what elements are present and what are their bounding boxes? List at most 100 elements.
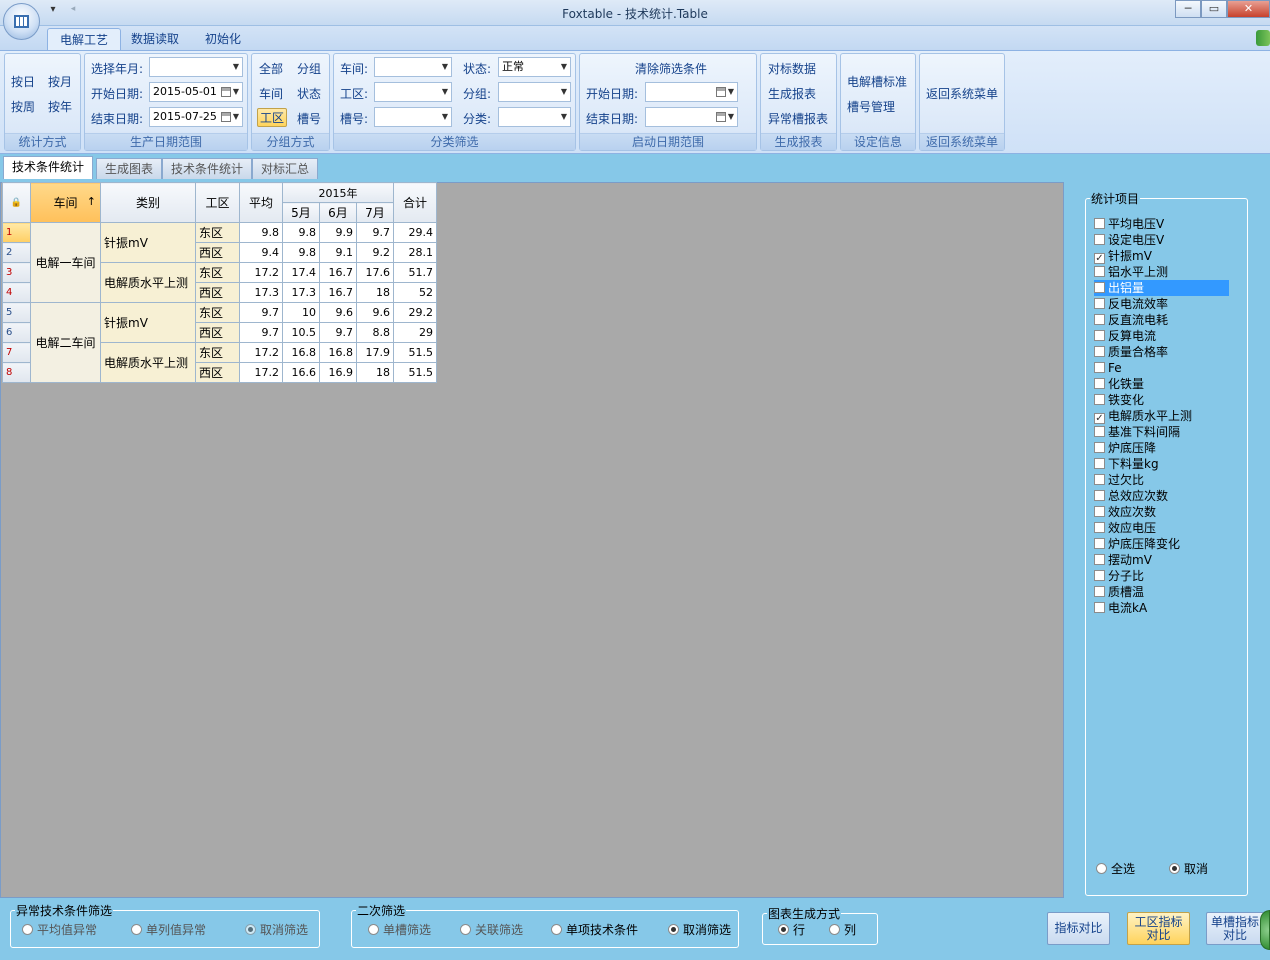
cell-area[interactable]: 东区 [195, 222, 240, 243]
cell-m6[interactable]: 9.7 [319, 322, 357, 343]
stat-item-checkbox[interactable]: ✓ 电解质水平上测 [1094, 408, 1192, 424]
year-month-select[interactable]: ▼ [149, 57, 243, 77]
stat-item-checkbox[interactable]: ✓ 针振mV [1094, 248, 1152, 264]
cell-m6[interactable]: 9.1 [319, 242, 357, 263]
row-index[interactable]: 1 [2, 222, 31, 243]
checkbox-icon[interactable] [1094, 522, 1105, 533]
sd-start-picker[interactable]: ▼ [645, 82, 738, 102]
stat-item-checkbox[interactable]: 基准下料间隔 [1094, 424, 1180, 440]
refresh-icon[interactable] [1260, 910, 1270, 950]
group-status-button[interactable]: 状态 [297, 85, 321, 102]
benchmark-data-button[interactable]: 对标数据 [768, 60, 816, 77]
cell-total[interactable]: 51.5 [393, 362, 437, 383]
cell-m7[interactable]: 9.7 [356, 222, 394, 243]
stat-item-checkbox[interactable]: 摆动mV [1094, 552, 1152, 568]
tab-init[interactable]: 初始化 [193, 28, 253, 51]
group-area-button[interactable]: 工区 [257, 108, 288, 127]
stat-item-checkbox[interactable]: 反直流电耗 [1094, 312, 1168, 328]
cell-m7[interactable]: 18 [356, 362, 394, 383]
cell-m6[interactable]: 9.6 [319, 302, 357, 323]
cell-m5[interactable]: 9.8 [282, 222, 320, 243]
compare-button[interactable]: 指标对比 [1047, 912, 1110, 945]
stat-item-checkbox[interactable]: 反电流效率 [1094, 296, 1168, 312]
stat-item-checkbox[interactable]: 铁变化 [1094, 392, 1144, 408]
cell-avg[interactable]: 17.2 [239, 342, 283, 363]
doc-tab-chart[interactable]: 生成图表 [96, 158, 163, 179]
data-table[interactable]: 🔒 车间 ↑ 类别 工区 平均 2015年 合计 5月 6月 7月 1 电解一车间… [2, 182, 437, 383]
checkbox-icon[interactable] [1094, 554, 1105, 565]
stat-item-checkbox[interactable]: 效应电压 [1094, 520, 1156, 536]
group-by-group-button[interactable]: 分组 [297, 60, 321, 77]
header-year[interactable]: 2015年 [282, 182, 394, 203]
checkbox-icon[interactable] [1094, 362, 1105, 373]
doc-tab-tech-stats-2[interactable]: 技术条件统计 [162, 158, 253, 179]
checkbox-icon[interactable] [1094, 266, 1105, 277]
cell-select[interactable]: ▼ [374, 107, 452, 127]
stat-item-checkbox[interactable]: 平均电压V [1094, 216, 1164, 232]
cell-m7[interactable]: 9.2 [356, 242, 394, 263]
header-avg[interactable]: 平均 [239, 182, 283, 223]
header-workshop[interactable]: 车间 ↑ [30, 182, 101, 223]
avg-abnormal-radio[interactable]: 平均值异常 [22, 921, 97, 938]
checkbox-icon[interactable] [1094, 346, 1105, 357]
minimize-button[interactable]: ─ [1175, 0, 1201, 18]
stat-item-checkbox[interactable]: 效应次数 [1094, 504, 1156, 520]
stat-item-checkbox[interactable]: 质槽温 [1094, 584, 1144, 600]
group-workshop-button[interactable]: 车间 [259, 85, 283, 102]
cell-m7[interactable]: 17.9 [356, 342, 394, 363]
cell-area[interactable]: 东区 [195, 262, 240, 283]
stat-item-checkbox[interactable]: 质量合格率 [1094, 344, 1168, 360]
cell-area[interactable]: 西区 [195, 242, 240, 263]
cell-m7[interactable]: 8.8 [356, 322, 394, 343]
checkbox-icon[interactable] [1094, 570, 1105, 581]
sd-end-picker[interactable]: ▼ [645, 107, 738, 127]
cell-total[interactable]: 28.1 [393, 242, 437, 263]
cell-area[interactable]: 西区 [195, 362, 240, 383]
table-row[interactable]: 1 电解一车间 针振mV 东区 9.8 9.8 9.9 9.7 29.4 [2, 222, 437, 303]
header-total[interactable]: 合计 [393, 182, 437, 223]
checkbox-icon[interactable] [1094, 314, 1105, 325]
cell-total[interactable]: 29.2 [393, 302, 437, 323]
row-index[interactable]: 4 [2, 282, 31, 303]
checkbox-icon[interactable] [1094, 506, 1105, 517]
header-month-5[interactable]: 5月 [282, 202, 320, 223]
column-abnormal-radio[interactable]: 单列值异常 [131, 921, 206, 938]
cell-m6[interactable]: 16.7 [319, 262, 357, 283]
cell-m6[interactable]: 9.9 [319, 222, 357, 243]
chart-by-col-radio[interactable]: 列 [829, 921, 856, 938]
stat-item-checkbox[interactable]: 电流kA [1094, 600, 1147, 616]
cancel-radio[interactable]: 取消 [1169, 860, 1208, 877]
checkbox-icon[interactable] [1094, 490, 1105, 501]
cell-avg[interactable]: 9.7 [239, 302, 283, 323]
row-index[interactable]: 2 [2, 242, 31, 263]
checkbox-icon[interactable] [1094, 602, 1105, 613]
qat-undo-icon[interactable]: ◂ [66, 4, 80, 18]
cell-workshop[interactable]: 电解一车间 [30, 222, 101, 303]
by-day-button[interactable]: 按日 [11, 73, 35, 90]
cell-category[interactable]: 针振mV [100, 302, 196, 343]
row-index[interactable]: 3 [2, 262, 31, 283]
stat-item-checkbox[interactable]: 过欠比 [1094, 472, 1144, 488]
checkbox-checked-icon[interactable]: ✓ [1094, 413, 1105, 424]
stat-item-checkbox[interactable]: 化铁量 [1094, 376, 1144, 392]
cell-total[interactable]: 29 [393, 322, 437, 343]
cell-m5[interactable]: 10.5 [282, 322, 320, 343]
by-month-button[interactable]: 按月 [48, 73, 72, 90]
cell-category[interactable]: 针振mV [100, 222, 196, 263]
checkbox-icon[interactable] [1094, 458, 1105, 469]
cell-m5[interactable]: 17.4 [282, 262, 320, 283]
row-index[interactable]: 6 [2, 322, 31, 343]
by-year-button[interactable]: 按年 [48, 98, 72, 115]
checkbox-icon[interactable] [1094, 218, 1105, 229]
cancel-secondary-radio[interactable]: 取消筛选 [668, 921, 731, 938]
doc-tab-tech-stats[interactable]: 技术条件统计 [3, 156, 94, 179]
cell-avg[interactable]: 9.7 [239, 322, 283, 343]
tab-data-read[interactable]: 数据读取 [119, 28, 191, 51]
cell-compare-button[interactable]: 单槽指标 对比 [1206, 912, 1264, 945]
stat-item-checkbox[interactable]: 反算电流 [1094, 328, 1156, 344]
checkbox-checked-icon[interactable]: ✓ [1094, 253, 1105, 264]
stat-item-checkbox[interactable]: 铝水平上测 [1094, 264, 1168, 280]
abnormal-cell-report-button[interactable]: 异常槽报表 [768, 110, 828, 127]
cell-workshop[interactable]: 电解二车间 [30, 302, 101, 383]
cell-m6[interactable]: 16.7 [319, 282, 357, 303]
